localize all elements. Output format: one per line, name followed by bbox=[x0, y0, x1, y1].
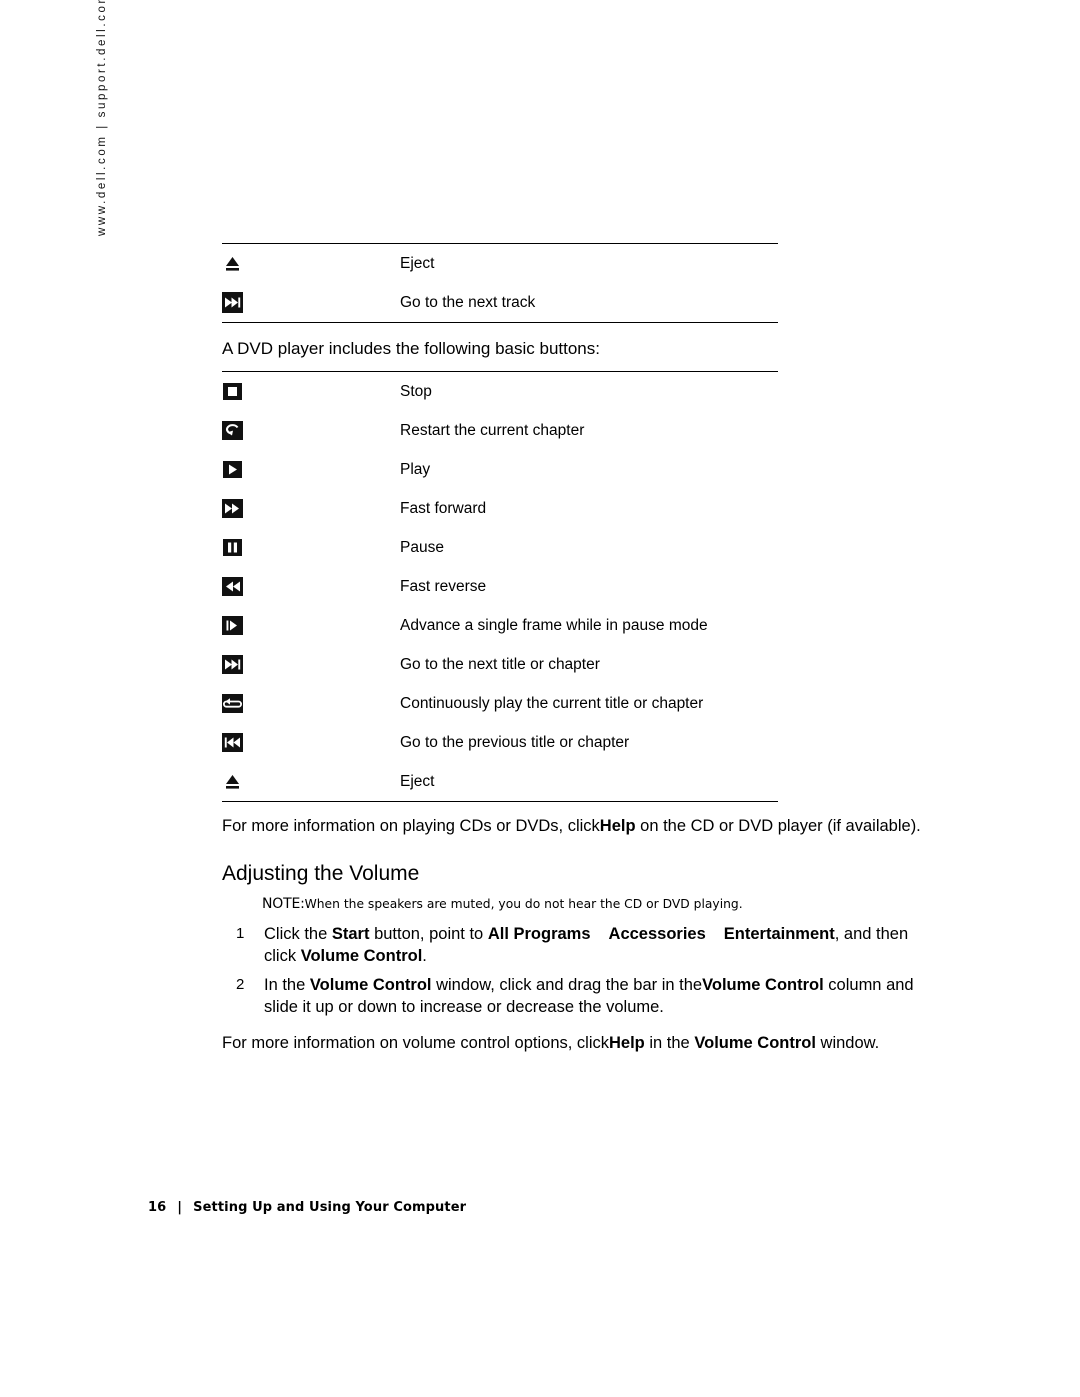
button-description: Fast reverse bbox=[400, 577, 487, 595]
dvd-buttons-table: Stop Restart the current chapter Play Fa… bbox=[222, 372, 778, 801]
button-description: Play bbox=[400, 460, 431, 478]
pause-icon bbox=[222, 537, 243, 558]
table-row: Continuously play the current title or c… bbox=[222, 684, 778, 723]
button-description: Go to the next track bbox=[400, 293, 536, 311]
eject-icon bbox=[222, 771, 243, 792]
footer-separator: | bbox=[177, 1200, 183, 1215]
button-description: Go to the next title or chapter bbox=[400, 655, 600, 673]
button-description: Eject bbox=[400, 254, 435, 272]
table-row: Go to the previous title or chapter bbox=[222, 723, 778, 762]
step2-text1: In the bbox=[264, 976, 306, 995]
table-row: Advance a single frame while in pause mo… bbox=[222, 606, 778, 645]
next-title-icon bbox=[222, 654, 243, 675]
play-icon bbox=[222, 459, 243, 480]
button-description: Restart the current chapter bbox=[400, 421, 585, 439]
fast-forward-icon bbox=[222, 498, 243, 519]
step-number: 2 bbox=[236, 976, 245, 994]
button-description: Stop bbox=[400, 382, 432, 400]
button-description: Pause bbox=[400, 538, 444, 556]
frame-advance-icon bbox=[222, 615, 243, 636]
icon-cell bbox=[222, 450, 400, 489]
button-description: Fast forward bbox=[400, 499, 487, 517]
help-bold-1: Help bbox=[599, 817, 636, 835]
fast-reverse-icon bbox=[222, 576, 243, 597]
icon-cell bbox=[222, 411, 400, 450]
cd-buttons-table: Eject Go to the next track bbox=[222, 244, 778, 322]
next-track-icon bbox=[222, 292, 243, 313]
help-bold-2: Help bbox=[609, 1034, 645, 1052]
icon-cell bbox=[222, 762, 400, 801]
more-info-volume-part3: window. bbox=[820, 1034, 880, 1052]
divider-after-cd-table bbox=[222, 322, 778, 323]
note-text: When the speakers are muted, you do not … bbox=[304, 896, 743, 911]
table-row: Pause bbox=[222, 528, 778, 567]
table-row: Restart the current chapter bbox=[222, 411, 778, 450]
icon-cell bbox=[222, 723, 400, 762]
icon-cell bbox=[222, 528, 400, 567]
page-number: 16 bbox=[148, 1200, 167, 1215]
footer-title: Setting Up and Using Your Computer bbox=[193, 1200, 467, 1215]
button-description: Go to the previous title or chapter bbox=[400, 733, 630, 751]
button-description: Continuously play the current title or c… bbox=[400, 694, 704, 712]
table-row: Play bbox=[222, 450, 778, 489]
stop-icon bbox=[222, 381, 243, 402]
page-footer: 16 | Setting Up and Using Your Computer bbox=[148, 1200, 466, 1215]
volume-control-bold-3: Volume Control bbox=[702, 976, 824, 995]
note-block: NOTE:When the speakers are muted, you do… bbox=[262, 896, 942, 912]
side-url-text: www.dell.com | support.dell.com bbox=[96, 0, 108, 236]
icon-cell bbox=[222, 372, 400, 411]
table-row: Go to the next track bbox=[222, 283, 778, 322]
icon-cell bbox=[222, 645, 400, 684]
table-row: Fast forward bbox=[222, 489, 778, 528]
more-info-volume-paragraph: For more information on volume control o… bbox=[222, 1033, 942, 1055]
step1-text4: . bbox=[422, 946, 427, 965]
more-info-cd-part2: on the CD or DVD player (if available). bbox=[640, 817, 921, 835]
icon-cell bbox=[222, 283, 400, 322]
table-row: Eject bbox=[222, 244, 778, 283]
side-url: www.dell.com | support.dell.com bbox=[96, 0, 108, 236]
more-info-volume-part1: For more information on volume control o… bbox=[222, 1034, 609, 1052]
step2-text2: window, click and drag the bar in the bbox=[436, 976, 703, 995]
steps-list: 1 Click the Start button, point to All Pr… bbox=[222, 924, 942, 1019]
previous-title-icon bbox=[222, 732, 243, 753]
icon-cell bbox=[222, 606, 400, 645]
repeat-icon bbox=[222, 693, 243, 714]
divider-after-dvd-table bbox=[222, 801, 778, 802]
more-info-volume-part2: in the bbox=[649, 1034, 690, 1052]
more-info-cd-paragraph: For more information on playing CDs or D… bbox=[222, 816, 942, 838]
note-label: NOTE: bbox=[262, 895, 305, 912]
all-programs-bold: All Programs bbox=[487, 924, 591, 943]
step1-text2: button, point to bbox=[374, 924, 484, 943]
section-title: Adjusting the Volume bbox=[222, 861, 420, 885]
table-row: Stop bbox=[222, 372, 778, 411]
table-row: Eject bbox=[222, 762, 778, 801]
volume-control-bold-1: Volume Control bbox=[300, 946, 423, 965]
page-content: Eject Go to the next track A DVD player … bbox=[222, 243, 942, 1055]
volume-control-bold-4: Volume Control bbox=[694, 1034, 816, 1052]
dvd-intro-text: A DVD player includes the following basi… bbox=[222, 339, 600, 358]
list-item: 1 Click the Start button, point to All Pr… bbox=[222, 924, 942, 968]
restart-chapter-icon bbox=[222, 420, 243, 441]
icon-cell bbox=[222, 567, 400, 606]
more-info-cd-part1: For more information on playing CDs or D… bbox=[222, 817, 600, 835]
button-description: Advance a single frame while in pause mo… bbox=[400, 616, 708, 634]
step-number: 1 bbox=[236, 924, 245, 942]
accessories-bold: Accessories bbox=[608, 924, 706, 943]
icon-cell bbox=[222, 244, 400, 283]
table-row: Go to the next title or chapter bbox=[222, 645, 778, 684]
icon-cell bbox=[222, 489, 400, 528]
entertainment-bold: Entertainment bbox=[723, 924, 835, 943]
start-bold: Start bbox=[331, 924, 370, 943]
volume-control-bold-2: Volume Control bbox=[309, 976, 432, 995]
icon-cell bbox=[222, 684, 400, 723]
step1-text1: Click the bbox=[264, 924, 328, 943]
button-description: Eject bbox=[400, 772, 435, 790]
eject-icon bbox=[222, 253, 243, 274]
list-item: 2 In the Volume Control window, click and… bbox=[222, 975, 942, 1019]
table-row: Fast reverse bbox=[222, 567, 778, 606]
